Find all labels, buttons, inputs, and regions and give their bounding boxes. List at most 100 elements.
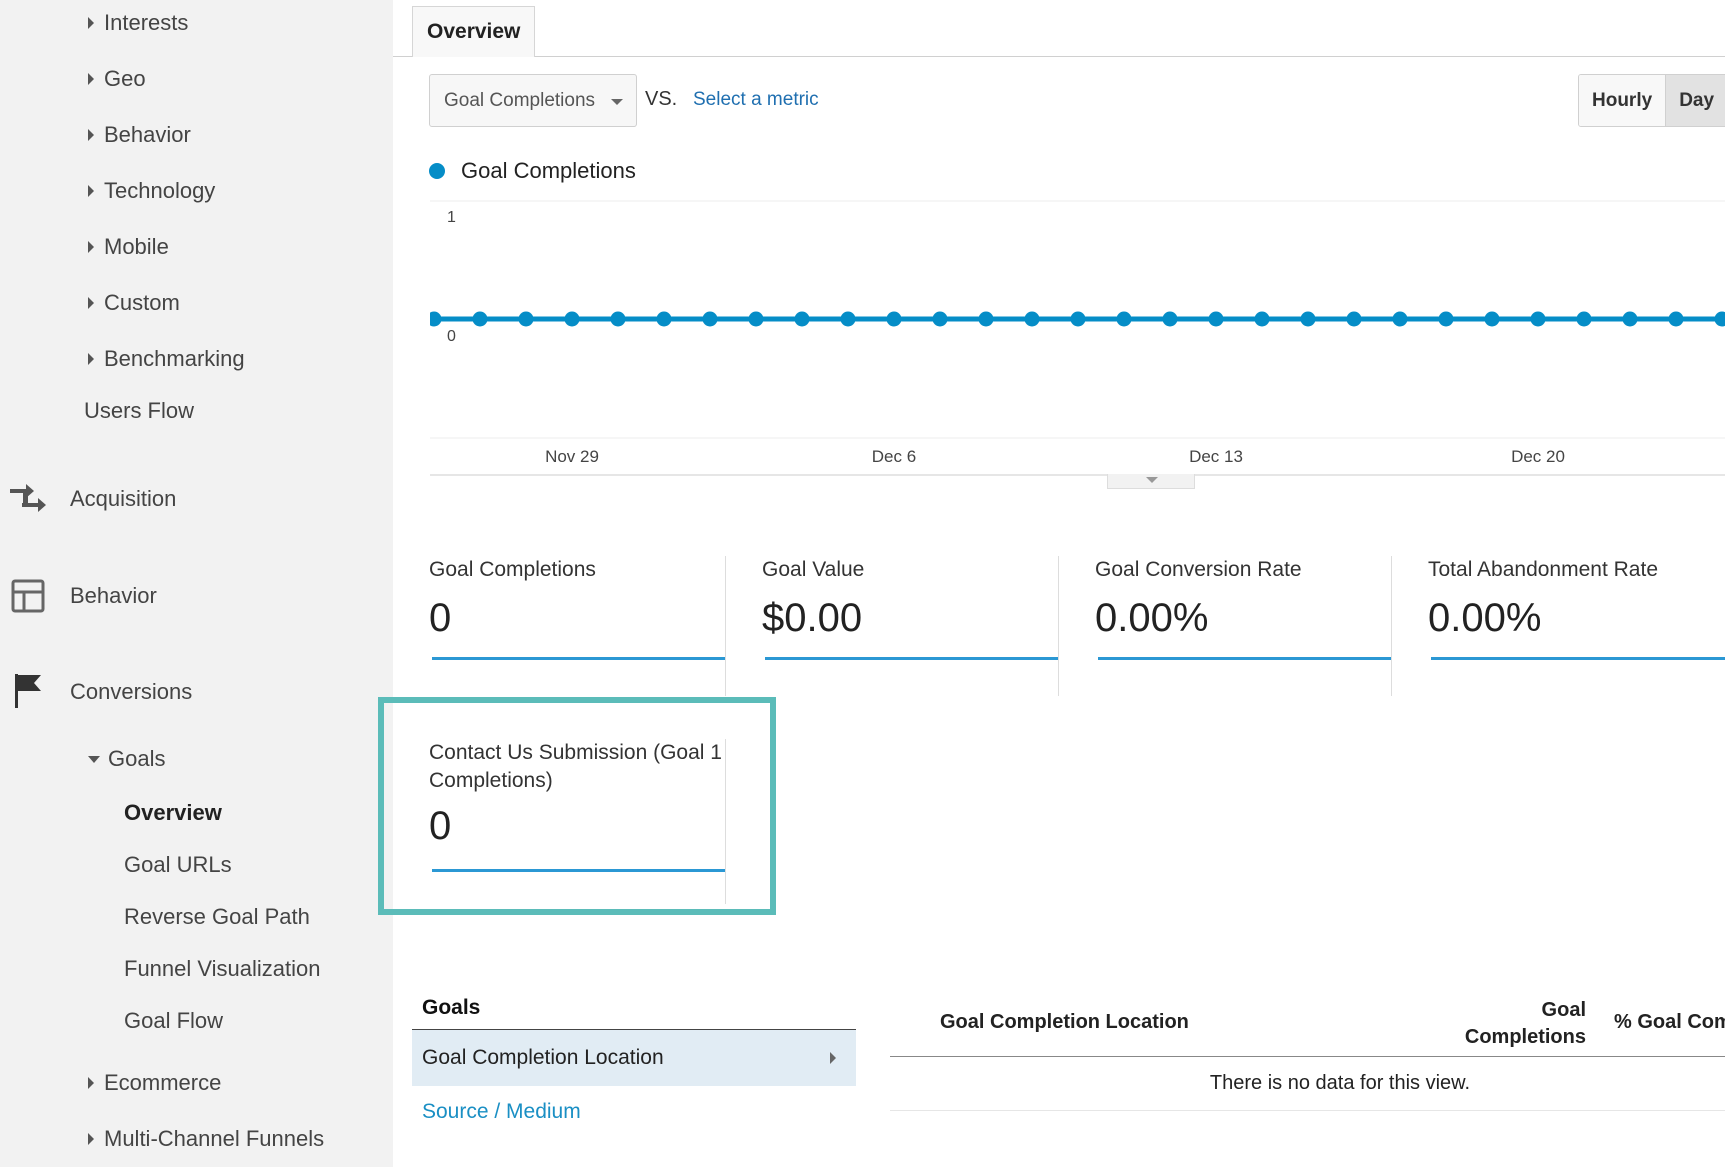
column-header-percent-goal-completions[interactable]: % Goal Completions (1614, 1011, 1725, 1034)
sidebar-item-mobile[interactable]: Mobile (88, 234, 169, 260)
x-tick-label: Dec 13 (1189, 447, 1243, 466)
primary-metric-dropdown[interactable]: Goal Completions (429, 74, 637, 127)
data-point (840, 311, 856, 327)
scorecard-value: $0.00 (762, 596, 863, 640)
data-point (794, 311, 810, 327)
scorecard-goal-completions[interactable]: Goal Completions 0 (393, 556, 726, 696)
sidebar-item-multi-channel-funnels[interactable]: Multi-Channel Funnels (88, 1126, 324, 1152)
scorecard-sparkline (1098, 657, 1392, 660)
select-comparison-metric-link[interactable]: Select a metric (693, 89, 819, 111)
collapse-triangle-icon (88, 755, 100, 763)
column-header-goal-completions[interactable]: Goal Completions (1433, 997, 1586, 1051)
sidebar-item-geo[interactable]: Geo (88, 66, 146, 92)
sidebar-item-acquisition[interactable]: Acquisition (6, 479, 176, 519)
sidebar-item-interests[interactable]: Interests (88, 10, 188, 36)
tab-overview[interactable]: Overview (412, 6, 536, 57)
sidebar-item-label: Ecommerce (104, 1070, 222, 1095)
scorecard-label: Contact Us Submission (Goal 1 Completion… (429, 741, 722, 792)
data-point (1300, 311, 1316, 327)
data-point (1070, 311, 1086, 327)
sidebar-item-label: Multi-Channel Funnels (104, 1126, 325, 1151)
sidebar-item-goals-overview[interactable]: Overview (124, 800, 222, 826)
y-tick-label: 0 (447, 328, 456, 345)
sidebar-item-technology[interactable]: Technology (88, 178, 215, 204)
scorecard-divider (725, 739, 726, 904)
primary-metric-value: Goal Completions (444, 89, 596, 111)
data-point (518, 311, 534, 327)
sidebar-item-label: Goal URLs (124, 852, 232, 877)
scorecard-label: Goal Conversion Rate (1095, 558, 1302, 581)
sidebar-item-benchmarking[interactable]: Benchmarking (88, 346, 245, 372)
data-point (1254, 311, 1270, 327)
granularity-day-button[interactable]: Day (1665, 75, 1725, 126)
data-point (978, 311, 994, 327)
sidebar-item-label: Overview (124, 800, 222, 825)
sidebar-nav: Interests Geo Behavior Technology Mobile… (0, 0, 393, 1167)
data-point (1530, 311, 1546, 327)
dimension-source-medium-link[interactable]: Source / Medium (422, 1100, 581, 1124)
expand-triangle-icon (88, 73, 94, 85)
expand-triangle-icon (88, 1077, 94, 1089)
sidebar-item-label: Acquisition (70, 486, 177, 511)
granularity-hourly-button[interactable]: Hourly (1579, 75, 1666, 126)
chevron-down-icon (611, 99, 623, 105)
chart-resize-handle[interactable] (1107, 474, 1195, 489)
x-tick-label: Nov 29 (545, 447, 599, 466)
sidebar-item-goals[interactable]: Goals (88, 746, 165, 772)
sidebar-item-reverse-goal-path[interactable]: Reverse Goal Path (124, 904, 310, 930)
scorecard-label: Goal Value (762, 558, 865, 581)
flag-icon (6, 672, 50, 712)
expand-triangle-icon (88, 1133, 94, 1145)
sidebar-item-ecommerce[interactable]: Ecommerce (88, 1070, 221, 1096)
expand-triangle-icon (88, 129, 94, 141)
data-point (932, 311, 948, 327)
main-content: Overview Goal Completions VS. Select a m… (393, 0, 1725, 1167)
data-point (1024, 311, 1040, 327)
data-point (1576, 311, 1592, 327)
scorecard-goal-value[interactable]: Goal Value $0.00 (726, 556, 1059, 696)
line-chart: 1 0 Nov 29 Dec 6 Dec 13 Dec 20 (430, 200, 1725, 476)
chart-legend: Goal Completions (429, 158, 636, 184)
data-point (1714, 311, 1725, 327)
sidebar-item-label: Users Flow (84, 398, 195, 423)
legend-dot-icon (429, 163, 445, 179)
sidebar-item-label: Technology (104, 178, 216, 203)
data-point (656, 311, 672, 327)
sidebar-item-label: Custom (104, 290, 180, 315)
scorecard-value: 0 (429, 596, 452, 640)
sidebar-item-custom[interactable]: Custom (88, 290, 180, 316)
x-tick-label: Dec 6 (872, 447, 916, 466)
scorecard-sparkline (432, 657, 726, 660)
scorecard-goal1-completions[interactable]: Contact Us Submission (Goal 1 Completion… (393, 739, 726, 904)
tab-bar (393, 56, 1725, 57)
sidebar-item-conversions[interactable]: Conversions (6, 672, 192, 712)
dimension-goal-completion-location[interactable]: Goal Completion Location (412, 1030, 856, 1086)
sidebar-item-funnel-visualization[interactable]: Funnel Visualization (124, 956, 321, 982)
data-point (748, 311, 764, 327)
granularity-toggle: Hourly Day (1578, 74, 1725, 127)
sidebar-item-label: Reverse Goal Path (124, 904, 310, 929)
sidebar-item-goal-urls[interactable]: Goal URLs (124, 852, 232, 878)
sidebar-item-behavior[interactable]: Behavior (6, 576, 157, 616)
data-point (610, 311, 626, 327)
data-point (1208, 311, 1224, 327)
scorecard-total-abandonment-rate[interactable]: Total Abandonment Rate 0.00% (1392, 556, 1725, 696)
data-point (1438, 311, 1454, 327)
data-point (1668, 311, 1684, 327)
scorecard-value: 0.00% (1428, 596, 1542, 640)
column-header-goal-completion-location[interactable]: Goal Completion Location (940, 1011, 1189, 1034)
scorecard-sparkline (432, 869, 726, 872)
scorecard-goal-conversion-rate[interactable]: Goal Conversion Rate 0.00% (1059, 556, 1392, 696)
sidebar-item-label: Conversions (70, 679, 193, 704)
sidebar-item-users-flow[interactable]: Users Flow (84, 398, 194, 424)
legend-label: Goal Completions (461, 158, 636, 183)
data-point (1622, 311, 1638, 327)
acquisition-arrows-icon (6, 479, 50, 519)
sidebar-item-goal-flow[interactable]: Goal Flow (124, 1008, 223, 1034)
scorecard-label: Goal Completions (429, 558, 596, 581)
expand-triangle-icon (88, 17, 94, 29)
sidebar-item-audience-behavior[interactable]: Behavior (88, 122, 191, 148)
expand-triangle-icon (88, 353, 94, 365)
scorecard-sparkline (765, 657, 1059, 660)
data-point (1116, 311, 1132, 327)
